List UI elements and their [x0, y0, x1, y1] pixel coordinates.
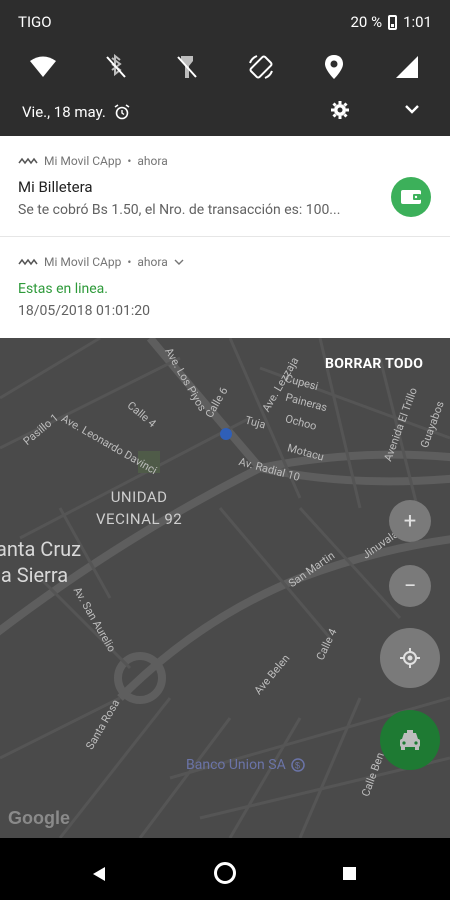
clear-all-button[interactable]: BORRAR TODO: [325, 356, 423, 372]
flashlight-off-icon[interactable]: [172, 52, 202, 82]
crosshair-icon: [400, 648, 420, 668]
notification-wallet[interactable]: Mi Movil CApp • ahora Mi Billetera Se te…: [0, 136, 450, 237]
current-location-marker: [220, 428, 232, 440]
battery-icon: [388, 14, 398, 30]
separator-dot: •: [127, 255, 132, 269]
status-right: 20 % 1:01: [350, 13, 432, 31]
notification-time: ahora: [137, 154, 168, 168]
bluetooth-off-icon[interactable]: [101, 52, 131, 82]
app-icon: [18, 157, 38, 165]
battery-percent: 20 %: [350, 13, 383, 31]
alarm-icon: [114, 104, 130, 120]
bank-name: Banco Union SA: [186, 757, 286, 773]
navigation-bar: [0, 838, 450, 900]
notification-app-name: Mi Movil CApp: [44, 255, 122, 269]
district-line-1: UNIDAD: [110, 488, 168, 506]
city-line-1: anta Cruz: [0, 537, 82, 561]
wifi-icon[interactable]: [28, 52, 58, 82]
date-text: Vie., 18 may.: [22, 103, 106, 121]
online-datetime: 18/05/2018 01:01:20: [18, 303, 150, 319]
notification-app-name: Mi Movil CApp: [44, 154, 122, 168]
expand-chevron-icon[interactable]: [174, 258, 184, 266]
notification-header: Mi Movil CApp • ahora: [18, 255, 184, 269]
city-line-2: la Sierra: [0, 563, 69, 587]
clock: 1:01: [403, 13, 432, 31]
bank-icon: $: [290, 758, 305, 772]
home-icon[interactable]: [214, 862, 236, 884]
taxi-button[interactable]: [380, 710, 440, 770]
wallet-icon: [391, 177, 431, 217]
separator-dot: •: [127, 154, 132, 168]
notification-title: Mi Billetera: [18, 178, 93, 196]
notification-online[interactable]: Mi Movil CApp • ahora Estas en linea. 18…: [0, 237, 450, 338]
app-icon: [18, 258, 38, 266]
quick-settings-tiles: [0, 48, 450, 84]
taxi-icon: [400, 730, 420, 750]
notification-time: ahora: [137, 255, 168, 269]
online-status: Estas en linea.: [18, 281, 108, 297]
recents-icon[interactable]: [343, 867, 356, 880]
map-view[interactable]: Ave. Los Piyos Calle 6 Pasillo 1 Ave. Le…: [0, 338, 450, 838]
chevron-down-icon[interactable]: [403, 100, 427, 124]
auto-rotate-icon[interactable]: [246, 52, 276, 82]
location-icon[interactable]: [319, 52, 349, 82]
cellular-icon[interactable]: [392, 52, 422, 82]
notification-body: Se te cobró Bs 1.50, el Nro. de transacc…: [18, 202, 341, 218]
date-display[interactable]: Vie., 18 may.: [22, 103, 130, 121]
zoom-out-button[interactable]: −: [389, 565, 431, 607]
city-label: anta Cruz la Sierra: [0, 536, 81, 588]
carrier-name: TIGO: [18, 13, 52, 31]
svg-text:$: $: [295, 761, 300, 771]
quick-settings-footer: Vie., 18 may.: [0, 98, 450, 128]
google-logo: Google: [8, 808, 70, 828]
quick-settings-panel: Vie., 18 may.: [0, 44, 450, 136]
my-location-button[interactable]: [380, 628, 440, 688]
zoom-in-button[interactable]: +: [389, 500, 431, 542]
status-bar: TIGO 20 % 1:01: [0, 0, 450, 44]
district-line-2: VECINAL 92: [96, 510, 183, 528]
notification-header: Mi Movil CApp • ahora: [18, 154, 168, 168]
bank-poi[interactable]: Banco Union SA $: [186, 757, 305, 773]
back-icon[interactable]: [92, 866, 106, 882]
gear-icon[interactable]: [330, 100, 354, 124]
district-label: UNIDAD VECINAL 92: [96, 486, 182, 530]
